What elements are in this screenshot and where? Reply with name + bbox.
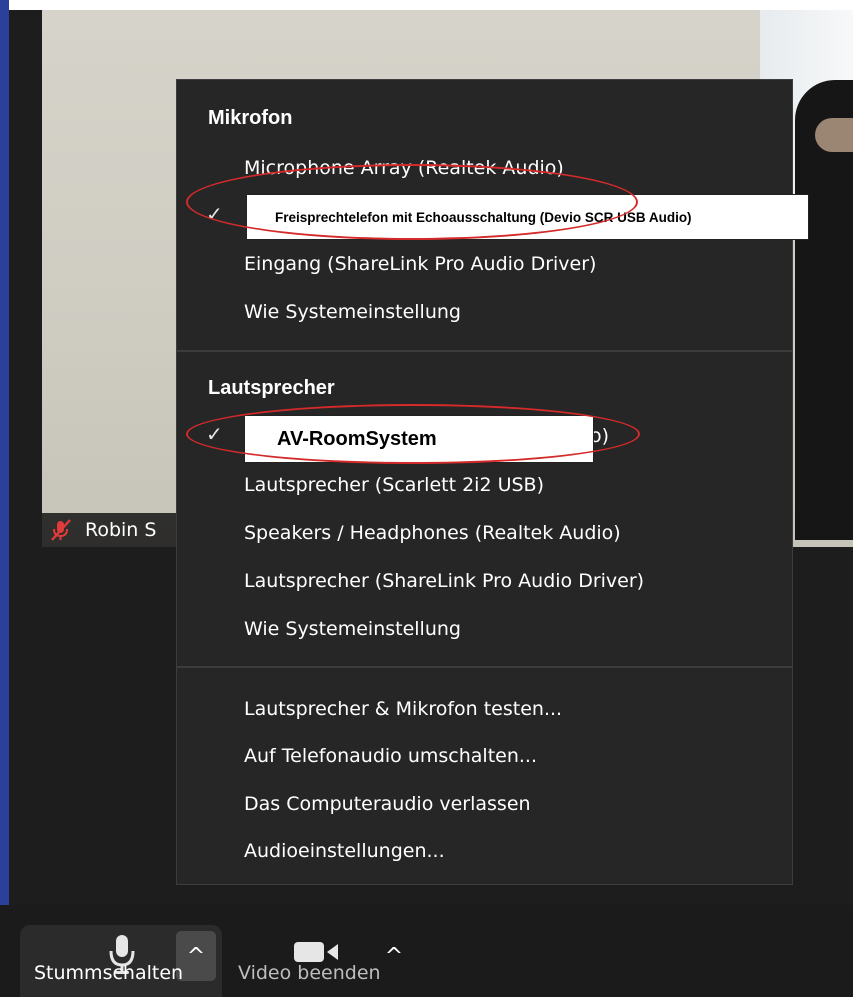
participant-name: Robin S (85, 519, 157, 541)
speaker-item-label: Speakers / Headphones (Realtek Audio) (244, 522, 621, 544)
stop-video-button[interactable]: Video beenden (238, 962, 381, 984)
speaker-item-label: Wie Systemeinstellung (244, 618, 461, 640)
zoom-meeting-window: Robin S Mikrofon Microphone Array (Realt… (0, 0, 853, 997)
participant-name-tag: Robin S (42, 513, 182, 547)
leave-computer-audio-item[interactable]: Das Computeraudio verlassen (177, 784, 792, 828)
menu-action-label: Audioeinstellungen... (244, 840, 445, 862)
video-person-face (815, 118, 853, 152)
menu-action-label: Lautsprecher & Mikrofon testen... (244, 698, 563, 720)
mic-item-label: Eingang (ShareLink Pro Audio Driver) (244, 253, 597, 275)
chevron-up-icon: ^ (186, 943, 206, 969)
switch-phone-audio-item[interactable]: Auf Telefonaudio umschalten... (177, 736, 792, 780)
mic-item-label: Wie Systemeinstellung (244, 301, 461, 323)
test-audio-item[interactable]: Lautsprecher & Mikrofon testen... (177, 689, 792, 733)
speaker-item-sharelink[interactable]: Lautsprecher (ShareLink Pro Audio Driver… (177, 561, 792, 605)
mute-button[interactable]: Stummschalten (34, 962, 183, 984)
microphone-header: Mikrofon (208, 107, 293, 129)
speaker-item-system[interactable]: Wie Systemeinstellung (177, 609, 792, 653)
menu-divider (177, 666, 792, 668)
chevron-up-icon: ^ (384, 943, 404, 969)
speaker-highlight-oval (186, 404, 640, 464)
mic-item-system[interactable]: Wie Systemeinstellung (177, 292, 792, 336)
mic-muted-icon (49, 518, 73, 542)
speaker-header: Lautsprecher (208, 377, 335, 399)
speaker-item-label: Lautsprecher (ShareLink Pro Audio Driver… (244, 570, 645, 592)
mute-button-group: ^ Stummschalten (20, 925, 222, 997)
menu-action-label: Auf Telefonaudio umschalten... (244, 745, 538, 767)
menu-divider (177, 350, 792, 352)
window-border (0, 0, 9, 997)
mic-item-sharelink[interactable]: Eingang (ShareLink Pro Audio Driver) (177, 244, 792, 288)
speaker-item-realtek[interactable]: Speakers / Headphones (Realtek Audio) (177, 513, 792, 557)
top-edge (0, 0, 853, 10)
mic-highlight-oval (186, 164, 638, 240)
audio-settings-item[interactable]: Audioeinstellungen... (177, 831, 792, 875)
speaker-item-label: Lautsprecher (Scarlett 2i2 USB) (244, 474, 544, 496)
speaker-item-scarlett[interactable]: Lautsprecher (Scarlett 2i2 USB) (177, 465, 792, 509)
menu-action-label: Das Computeraudio verlassen (244, 793, 531, 815)
